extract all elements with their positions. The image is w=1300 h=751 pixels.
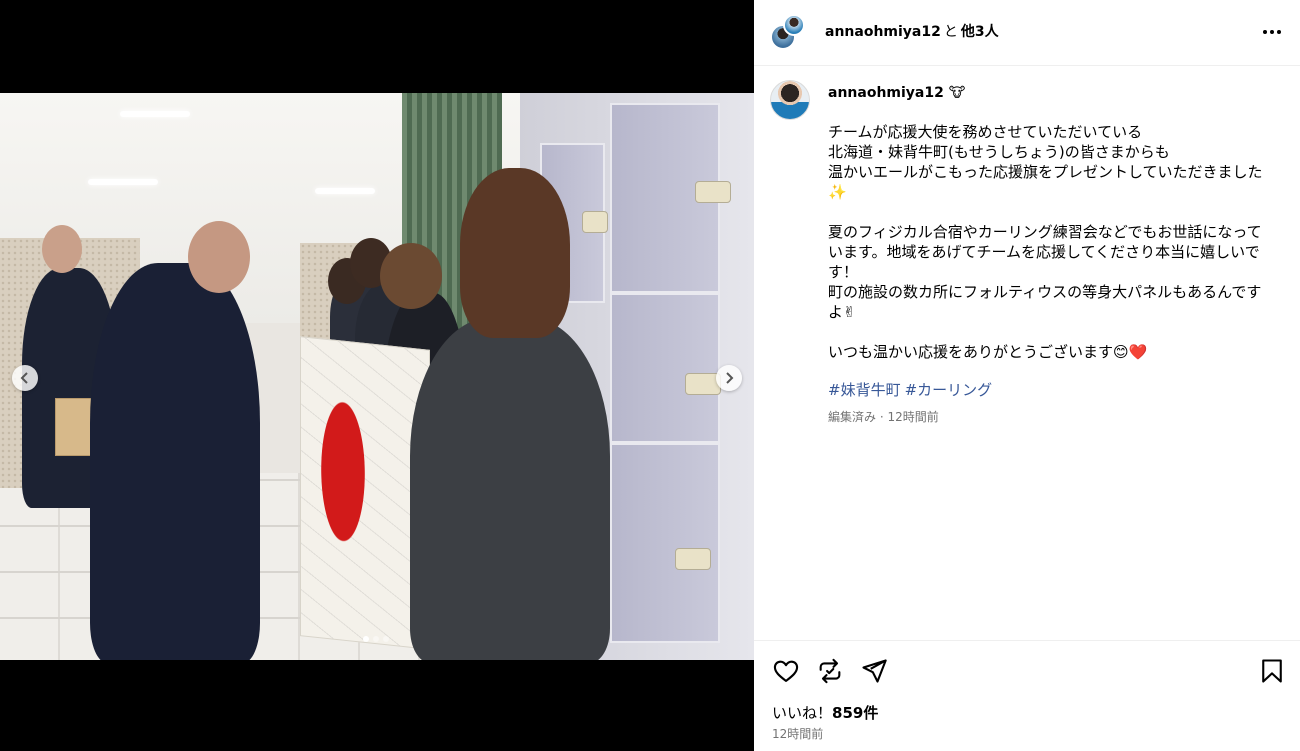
person-head: [42, 225, 82, 273]
save-button[interactable]: [1258, 657, 1286, 685]
ceiling-light: [88, 179, 158, 185]
hashtag-link[interactable]: #カーリング: [905, 381, 993, 399]
post-photo: [0, 93, 754, 660]
caption-meta: 編集済み · 12時間前: [828, 410, 939, 424]
carousel-dot: [383, 636, 389, 642]
person-woman: [410, 318, 610, 660]
ceiling-light: [120, 111, 190, 117]
heart-icon: [773, 660, 799, 682]
locker-door: [610, 293, 720, 443]
caption-username[interactable]: annaohmiya12: [828, 85, 944, 101]
send-icon: [862, 659, 887, 683]
share-button[interactable]: [860, 657, 888, 685]
carousel-prev-button[interactable]: [12, 365, 38, 391]
more-horizontal-icon: [1263, 30, 1281, 34]
post-timestamp[interactable]: 12時間前: [772, 725, 823, 742]
person-man: [90, 263, 260, 660]
carousel-dots: [363, 636, 389, 642]
collab-avatars[interactable]: [770, 14, 808, 52]
more-options-button[interactable]: [1258, 22, 1286, 42]
avatar: [783, 14, 805, 36]
locker-handle: [582, 211, 608, 233]
caption-text: チームが応援大使を務めさせていただいている 北海道・妹背牛町(もせうしちょう)の…: [828, 123, 1263, 361]
likes-count[interactable]: いいね！859件: [772, 702, 878, 723]
username-emoji: 🐮: [948, 85, 966, 101]
header-username[interactable]: annaohmiya12: [825, 24, 941, 40]
header-usernames[interactable]: annaohmiya12 と他3人: [825, 21, 999, 41]
carousel-dot: [363, 636, 369, 642]
post-header: annaohmiya12 と他3人: [754, 0, 1300, 66]
repost-icon: [819, 658, 841, 684]
locker-handle: [695, 181, 731, 203]
post-side-panel: annaohmiya12 と他3人 annaohmiya12 🐮 チームが応援大使…: [754, 0, 1300, 751]
repost-button[interactable]: [816, 657, 844, 685]
hashtags: #妹背牛町 #カーリング: [828, 379, 996, 400]
bookmark-icon: [1262, 659, 1282, 683]
locker-handle: [675, 548, 711, 570]
likes-number: 859件: [832, 704, 879, 722]
chevron-left-icon: [20, 372, 28, 384]
header-connector: と: [943, 24, 958, 40]
like-button[interactable]: [772, 657, 800, 685]
action-bar: [772, 657, 1284, 687]
person-head: [460, 168, 570, 338]
header-others[interactable]: 他3人: [961, 24, 999, 40]
hashtag-link[interactable]: #妹背牛町: [828, 381, 901, 399]
post-footer: いいね！859件 12時間前: [754, 640, 1300, 751]
chevron-right-icon: [726, 372, 734, 384]
locker-door: [610, 443, 720, 643]
person-head: [188, 221, 250, 293]
avatar[interactable]: [770, 80, 810, 120]
ceiling-light: [315, 188, 375, 194]
likes-label: いいね！: [772, 704, 833, 722]
person-head: [380, 243, 442, 309]
post-media: [0, 0, 754, 751]
carousel-dot: [373, 636, 379, 642]
carousel-next-button[interactable]: [716, 365, 742, 391]
caption-username-row[interactable]: annaohmiya12 🐮: [828, 85, 965, 101]
